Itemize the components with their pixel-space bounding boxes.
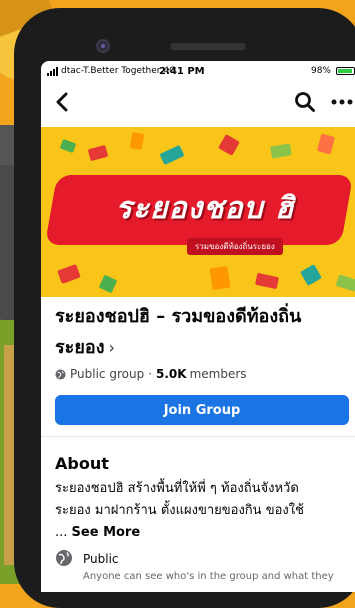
globe-icon [55,368,66,380]
status-bar: dtac-T.Better Together 4G 2:41 PM 98% ⚡ [41,61,355,81]
battery-percent: 98% [310,66,331,76]
cover-subtitle: รวมของดีท้องถิ่นระยอง [187,238,283,255]
phone-frame: dtac-T.Better Together 4G 2:41 PM 98% ⚡ [14,8,355,608]
globe-icon [56,550,72,566]
cover-decoration [98,274,118,294]
about-heading: About [55,454,109,473]
see-more-link[interactable]: See More [72,525,141,540]
cover-decoration [254,272,280,290]
cover-decoration [209,265,231,291]
join-group-button[interactable]: Join Group [55,395,349,425]
section-divider [41,436,355,437]
privacy-label: Public group [70,367,145,381]
cover-decoration [300,264,322,286]
chevron-right-icon: › [108,338,115,357]
battery-icon [336,67,355,75]
cover-decoration [87,144,109,162]
search-icon[interactable] [294,91,316,113]
about-description: ระยองชอปฮิ สร้างพื้นที่ให้พี่ ๆ ท้องถิ่น… [55,478,355,544]
earpiece-speaker [170,43,246,50]
status-time: 2:41 PM [159,65,205,77]
more-dots-icon[interactable] [330,95,354,109]
meta-separator: · [148,367,153,381]
chevron-left-icon[interactable] [51,89,75,115]
cover-decoration [129,132,145,150]
privacy-description: Anyone can see who's in the group and wh… [83,571,334,582]
about-ellipsis: ... [55,525,68,540]
group-cover-photo[interactable]: ระยองชอบ ฮิ รวมของดีท้องถิ่นระยอง [41,127,355,297]
cover-decoration [335,274,355,292]
cover-decoration [57,264,81,284]
top-nav-bar [41,83,355,121]
front-camera [96,39,110,53]
cover-title: ระยองชอบ ฮิ [115,191,295,226]
group-name-line1: ระยองชอปฮิ – รวมของดีท้องถิ่น [55,306,302,327]
about-text-line2: ระยอง มาฝากร้าน ตั้งแผงขายของกิน ของใช้ [55,503,304,518]
members-count: 5.0K [156,367,187,381]
about-text-line1: ระยองชอปฮิ สร้างพื้นที่ให้พี่ ๆ ท้องถิ่น… [55,481,299,496]
members-label: members [189,367,247,381]
cover-decoration [218,134,240,156]
group-name-line2: ระยอง [55,337,105,358]
group-meta: Public group · 5.0K members [55,367,247,381]
signal-icon [47,66,58,76]
cover-decoration [270,143,292,159]
cover-decoration [316,133,336,155]
cover-decoration [59,138,77,154]
group-name[interactable]: ระยองชอปฮิ – รวมของดีท้องถิ่น ระยอง › [55,301,355,363]
cover-decoration [159,144,185,166]
phone-screen: dtac-T.Better Together 4G 2:41 PM 98% ⚡ [41,61,355,592]
privacy-title: Public [83,552,119,566]
